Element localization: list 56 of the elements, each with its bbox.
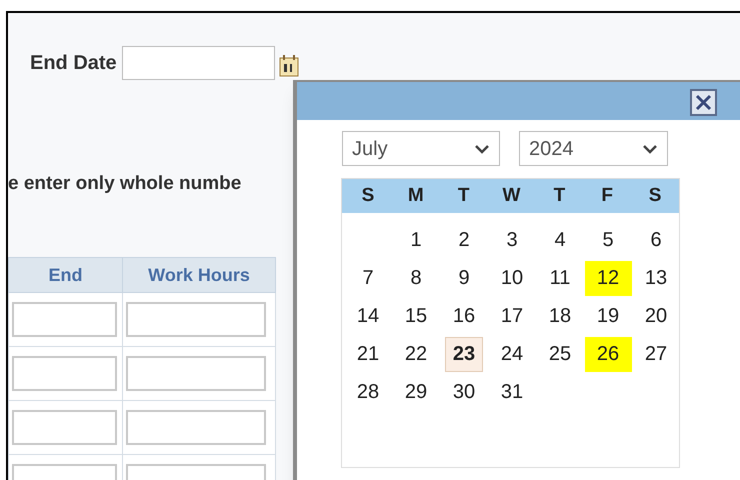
weekday-label: S	[362, 184, 374, 208]
day-cell[interactable]: 16	[445, 298, 483, 334]
table-input-field[interactable]	[126, 302, 266, 337]
close-button[interactable]	[690, 89, 717, 116]
day-cell[interactable]: 3	[493, 222, 531, 258]
day-cell[interactable]: 18	[541, 298, 579, 334]
day-cell[interactable]: 26	[584, 336, 632, 372]
day-cell[interactable]: 14	[349, 298, 387, 334]
table-input-field[interactable]	[12, 302, 117, 337]
day-cell[interactable]: 1	[397, 222, 435, 258]
day-cell[interactable]: 17	[493, 298, 531, 334]
day-cell[interactable]: 27	[637, 336, 675, 372]
day-cell[interactable]: 21	[349, 336, 387, 372]
day-cell[interactable]: 13	[637, 260, 675, 296]
day-cell[interactable]: 20	[637, 298, 675, 334]
day-cell[interactable]: 28	[349, 374, 387, 410]
day-cell[interactable]: 22	[397, 336, 435, 372]
instruction-text: e enter only whole numbe	[8, 172, 242, 196]
day-cell[interactable]: 4	[541, 222, 579, 258]
table-input-field[interactable]	[126, 410, 266, 445]
end-date-label: End Date	[30, 51, 117, 76]
weekday-label: M	[408, 184, 424, 208]
chevron-down-icon	[474, 144, 490, 154]
day-cell[interactable]: 25	[541, 336, 579, 372]
column-header: Work Hours	[122, 258, 276, 292]
calendar-icon[interactable]	[278, 55, 299, 77]
day-cell[interactable]: 9	[445, 260, 483, 296]
day-cell[interactable]: 12	[584, 260, 632, 296]
day-cell[interactable]: 11	[541, 260, 579, 296]
weekday-label: F	[601, 184, 614, 208]
year-select[interactable]: 2024	[519, 131, 668, 166]
day-cell[interactable]: 8	[397, 260, 435, 296]
weekday-label: S	[648, 184, 662, 208]
day-cell[interactable]: 7	[349, 260, 387, 296]
day-cell[interactable]: 23	[445, 336, 483, 372]
day-cell[interactable]: 2	[445, 222, 483, 258]
day-cell[interactable]: 29	[397, 374, 435, 410]
day-cell[interactable]: 10	[493, 260, 531, 296]
day-cell[interactable]: 5	[589, 222, 627, 258]
end-date-field[interactable]	[122, 46, 275, 80]
table-input-field[interactable]	[126, 356, 266, 391]
table-input-field[interactable]	[12, 410, 117, 445]
day-cell[interactable]: 24	[493, 336, 531, 372]
day-cell[interactable]: 6	[637, 222, 675, 258]
chevron-down-icon	[642, 144, 658, 154]
weekday-label: T	[458, 184, 470, 208]
column-header: End	[8, 258, 122, 292]
table-input-field[interactable]	[12, 356, 117, 391]
weekday-label: W	[502, 184, 520, 208]
day-cell[interactable]: 30	[445, 374, 483, 410]
month-select[interactable]: July	[342, 131, 500, 166]
day-cell[interactable]: 19	[589, 298, 627, 334]
weekday-label: T	[554, 184, 566, 208]
close-icon	[695, 94, 712, 111]
day-cell[interactable]: 31	[493, 374, 531, 410]
day-cell[interactable]: 15	[397, 298, 435, 334]
